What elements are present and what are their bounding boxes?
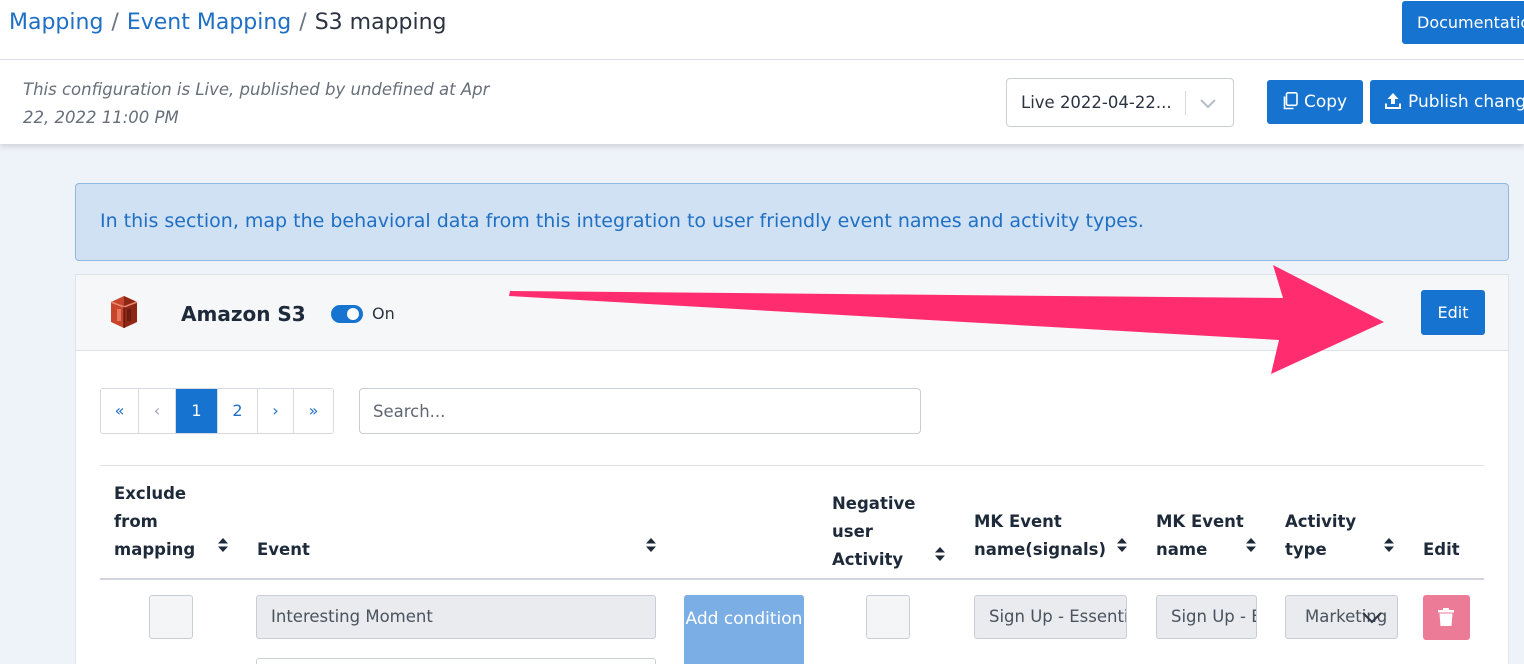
version-select[interactable]: Live 2022-04-22... (1006, 78, 1234, 127)
column-header-activity-type[interactable]: Activity type (1285, 508, 1365, 564)
integration-header: Amazon S3 On Edit (76, 275, 1508, 351)
table-header-border (100, 578, 1484, 580)
sort-icon[interactable] (1245, 537, 1257, 553)
mk-event-name-field[interactable]: Sign Up - Essential (1156, 595, 1257, 639)
upload-icon (1384, 92, 1408, 112)
info-banner: In this section, map the behavioral data… (75, 183, 1509, 261)
pagination-last[interactable]: » (294, 389, 333, 433)
breadcrumb-separator: / (299, 10, 307, 35)
version-select-divider (1185, 91, 1186, 115)
chevron-down-icon (1361, 610, 1383, 629)
copy-button[interactable]: Copy (1267, 80, 1363, 124)
delete-row-button[interactable] (1423, 595, 1470, 640)
column-header-event[interactable]: Event (257, 536, 310, 564)
pagination-first[interactable]: « (101, 389, 139, 433)
integration-panel: Amazon S3 On Edit « ‹ 1 2 › » Exclude fr… (75, 274, 1509, 664)
breadcrumb-event-mapping[interactable]: Event Mapping (127, 10, 291, 35)
search-input[interactable] (359, 388, 921, 434)
info-banner-text: In this section, map the behavioral data… (100, 210, 1144, 232)
add-condition-button[interactable]: Add condition (684, 595, 804, 664)
publish-button-label: Publish changes (1408, 92, 1524, 112)
copy-button-label: Copy (1304, 92, 1348, 112)
mk-event-signals-field[interactable]: Sign Up - Essential (974, 595, 1127, 639)
edit-integration-button[interactable]: Edit (1421, 290, 1485, 335)
negative-activity-checkbox[interactable] (866, 595, 910, 639)
pagination-next[interactable]: › (258, 389, 294, 433)
pagination-page-2[interactable]: 2 (218, 389, 258, 433)
toggle-label: On (372, 304, 395, 323)
chevron-down-icon (1199, 95, 1217, 109)
breadcrumb: Mapping / Event Mapping / S3 mapping (9, 9, 447, 37)
breadcrumb-current: S3 mapping (314, 10, 447, 35)
exclude-checkbox[interactable] (149, 595, 193, 639)
toggle-knob (347, 308, 359, 320)
event-field: Interesting Moment (256, 595, 656, 639)
column-header-mk-name[interactable]: MK Event name (1156, 508, 1246, 564)
sort-icon[interactable] (934, 546, 946, 562)
column-header-edit: Edit (1423, 540, 1460, 559)
copy-icon (1282, 92, 1304, 112)
documentation-button[interactable]: Documentation (1402, 1, 1524, 44)
integration-title: Amazon S3 (181, 302, 306, 326)
event-field-partial (256, 658, 656, 664)
breadcrumb-mapping[interactable]: Mapping (9, 10, 103, 35)
table-top-border (100, 465, 1484, 466)
pagination-prev[interactable]: ‹ (139, 389, 176, 433)
column-header-exclude[interactable]: Exclude from mapping (114, 480, 204, 564)
live-status-note: This configuration is Live, published by… (23, 80, 490, 127)
pagination: « ‹ 1 2 › » (100, 388, 334, 434)
sort-icon[interactable] (645, 537, 657, 553)
amazon-s3-logo (109, 295, 139, 333)
sort-icon[interactable] (1383, 537, 1395, 553)
column-header-mk-signals[interactable]: MK Event name(signals) (974, 508, 1106, 564)
sort-icon[interactable] (217, 537, 229, 553)
column-header-negative-activity[interactable]: Negative user Activity (832, 490, 948, 574)
breadcrumb-separator: / (111, 10, 119, 35)
integration-toggle[interactable] (331, 305, 363, 323)
sort-icon[interactable] (1116, 537, 1128, 553)
top-bar: Mapping / Event Mapping / S3 mapping Documen… (0, 0, 1524, 60)
pagination-page-1[interactable]: 1 (176, 389, 218, 433)
status-bar: This configuration is Live, published by… (0, 60, 1524, 144)
publish-changes-button[interactable]: Publish changes (1370, 80, 1524, 124)
version-select-value: Live 2022-04-22... (1021, 93, 1172, 112)
